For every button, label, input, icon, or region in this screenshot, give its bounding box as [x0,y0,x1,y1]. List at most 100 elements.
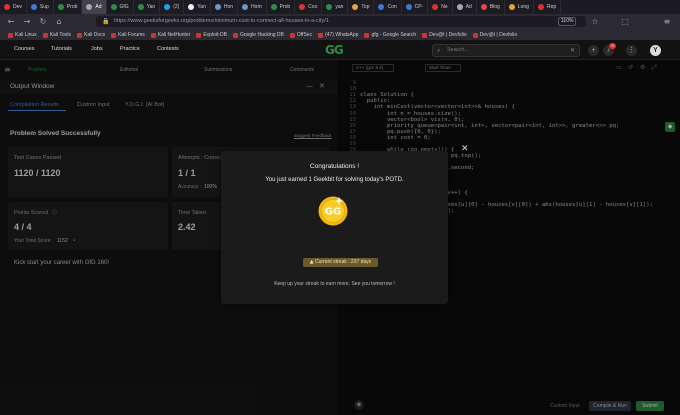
bookmark-label: Kali Linux [15,32,37,38]
tab-favicon-icon [352,4,359,10]
tab-favicon-icon [432,4,439,10]
lock-icon: 🔒 [102,18,110,25]
browser-tab[interactable]: Blog [477,0,505,14]
gfg-logo[interactable]: GG [325,43,344,57]
browser-tab[interactable]: Hom [238,0,267,14]
bookmark-label: (47) WhatsApp [325,32,359,38]
zoom-level[interactable]: 110% [558,17,577,26]
bookmark-label: Google Hacking DB [239,32,284,38]
address-bar[interactable]: 🔒 https://www.geeksforgeeks.org/problems… [96,16,586,27]
search-icon: ⌕ [437,47,441,54]
tab-label: Top [361,4,370,10]
bookmark-item[interactable]: Kali Tools [42,32,71,38]
bookmark-label: Exploit-DB [203,32,227,38]
bookmark-item[interactable]: (47) WhatsApp [318,32,358,38]
browser-tab[interactable]: Rep [534,0,562,14]
search-input[interactable]: ⌕ Search... ✕ [432,44,580,57]
tab-label: Hom [251,4,262,10]
bookmark-item[interactable]: Google Hacking DB [232,32,284,38]
bookmark-star-icon[interactable]: ☆ [590,17,600,27]
browser-tab[interactable]: Yan [184,0,211,14]
browser-tab[interactable]: Hon [211,0,239,14]
tab-favicon-icon [188,4,195,10]
tab-favicon-icon [405,4,412,10]
browser-tab[interactable]: Ne [428,0,453,14]
bookmark-item[interactable]: Dev@t | Devfolio [422,32,467,38]
bookmark-item[interactable]: Kali NetHunter [150,32,191,38]
bookmark-icon [8,32,13,38]
tab-label: Sup [39,4,49,10]
tab-favicon-icon [242,4,249,10]
browser-tab[interactable]: Sup [27,0,54,14]
browser-tab[interactable]: Ad [453,0,477,14]
browser-tab[interactable]: Con [374,0,402,14]
close-icon[interactable]: ✕ [570,45,575,56]
bookmark-label: OffSec [296,32,313,38]
reload-icon[interactable]: ↻ [38,17,48,27]
bookmark-item[interactable]: gfg - Google Search [364,32,416,38]
browser-tab[interactable]: yan [322,0,349,14]
avatar[interactable]: Y [650,45,661,56]
tab-favicon-icon [270,4,277,10]
close-modal-icon[interactable]: ✕ [461,144,469,154]
browser-tab[interactable]: Long [505,0,534,14]
browser-tab[interactable]: Coo [295,0,323,14]
browser-tab[interactable]: CP- [402,0,429,14]
tab-favicon-icon [214,4,221,10]
tab-label: Yan [197,4,206,10]
add-icon[interactable]: + [588,45,599,56]
browser-tab[interactable]: Ad [82,0,107,14]
tab-favicon-icon [537,4,544,10]
menu-icon[interactable]: ≡ [662,17,672,27]
modal-title: Congratulations ! [309,163,360,170]
nav-jobs[interactable]: Jobs [91,46,103,52]
back-icon[interactable]: ← [6,17,16,27]
bookmark-icon [150,32,156,38]
browser-tab[interactable]: Top [348,0,375,14]
tab-favicon-icon [110,4,117,10]
browser-tab[interactable]: Dev [0,0,27,14]
bookmark-item[interactable]: Kali Docs [77,32,105,38]
bookmark-item[interactable]: Dev@t | Devfolio [472,32,517,38]
bookmark-label: Kali NetHunter [157,32,191,38]
tab-label: Ne [441,4,448,10]
home-icon[interactable]: ⌂ [54,17,64,27]
tab-label: Blog [489,4,500,10]
svg-text:GG: GG [325,207,341,218]
bookmark-item[interactable]: Kali Forums [111,32,145,38]
browser-tab[interactable]: Prob [54,0,83,14]
tab-favicon-icon [137,4,144,10]
notification-badge: 9 [609,43,616,49]
browser-tab[interactable]: Prob [267,0,296,14]
tab-label: Hon [223,4,234,10]
tab-label: Con [387,4,397,10]
bookmark-label: Dev@t | Devfolio [429,32,467,38]
tab-favicon-icon [456,4,463,10]
bookmark-icon [364,32,370,38]
bookmark-label: Kali Tools [49,32,71,38]
browser-tab[interactable]: (2) [160,0,185,14]
forward-icon[interactable]: → [22,17,32,27]
nav-contests[interactable]: Contests [157,46,179,52]
bookmark-icon [42,32,48,38]
extensions-icon[interactable]: ⬚ [620,17,630,27]
browser-tab[interactable]: GfG [107,0,134,14]
tab-favicon-icon [57,4,64,10]
tab-label: (2) [173,4,180,10]
tab-favicon-icon [4,4,10,10]
tab-label: Prob [66,4,78,10]
bookmark-icon [289,32,295,38]
bookmark-item[interactable]: Kali Linux [8,32,37,38]
browser-tab[interactable]: Yan [134,0,161,14]
tab-favicon-icon [86,4,93,10]
url-text: https://www.geeksforgeeks.org/problems/m… [114,18,329,24]
apps-icon[interactable]: ⋮ [626,45,637,56]
bookmark-item[interactable]: OffSec [289,32,313,38]
nav-tutorials[interactable]: Tutorials [51,46,72,52]
browser-tab-bar: Dev Sup Prob Ad GfG Yan (2) Yan Hon Hom Prob Coo yan… [0,0,680,14]
bookmark-item[interactable]: Exploit-DB [196,32,227,38]
bookmark-icon [77,32,82,38]
nav-practice[interactable]: Practice [120,46,140,52]
tab-label: Dev [13,4,22,10]
nav-courses[interactable]: Courses [14,46,34,52]
